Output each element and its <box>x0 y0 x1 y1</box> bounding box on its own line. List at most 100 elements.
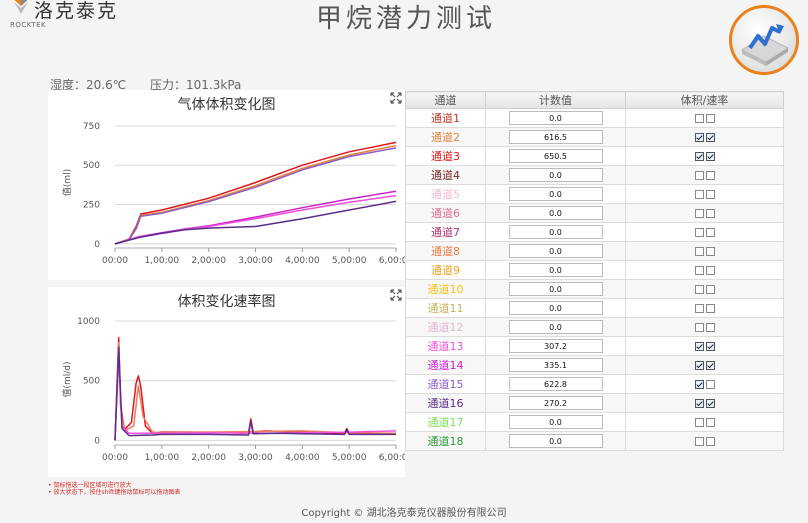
brand-sub: ROCKTEK <box>10 21 47 29</box>
channel-count-field[interactable]: 0.0 <box>508 282 603 296</box>
note-zoom: • 鼠标拖选一段区域可进行放大 <box>48 482 132 489</box>
channel-count-cell: 650.5 <box>485 146 626 166</box>
channel-label: 通道13 <box>427 340 464 353</box>
channel-count-cell: 0.0 <box>485 412 626 432</box>
volume-checkbox[interactable] <box>694 209 704 218</box>
channel-count-cell: 0.0 <box>485 222 626 242</box>
rate-checkbox[interactable] <box>705 285 715 294</box>
rate-checkbox[interactable] <box>705 171 715 180</box>
volume-checkbox[interactable] <box>694 380 704 389</box>
volume-checkbox[interactable] <box>694 437 704 446</box>
rate-checkbox[interactable] <box>705 228 715 237</box>
rate-chart1-x-tick-label: 4,00:00 <box>285 453 320 463</box>
rate-checkbox[interactable] <box>705 399 715 408</box>
channel-count-field[interactable]: 622.8 <box>508 377 603 391</box>
volume-checkbox[interactable] <box>694 266 704 275</box>
rate-checkbox[interactable] <box>705 190 715 199</box>
channel-label: 通道16 <box>427 397 464 410</box>
table-row: 通道2 616.5 <box>405 127 784 147</box>
channel-count-field[interactable]: 616.5 <box>508 130 603 144</box>
table-row: 通道8 0.0 <box>405 241 784 261</box>
channel-count-field[interactable]: 0.0 <box>508 244 603 258</box>
rate-checkbox[interactable] <box>705 247 715 256</box>
volume-checkbox[interactable] <box>694 133 704 142</box>
rate-chart-svg[interactable]: 0 500 1000 00:00 1,00:00 2,00:00 3,00:00 4,00:0… <box>48 287 405 477</box>
volume-checkbox[interactable] <box>694 247 704 256</box>
channel-count-field[interactable]: 0.0 <box>508 111 603 125</box>
table-row: 通道5 0.0 <box>405 184 784 204</box>
expand-rate-chart-icon[interactable] <box>389 288 403 302</box>
volume-checkbox[interactable] <box>694 228 704 237</box>
channel-label: 通道15 <box>427 378 464 391</box>
channel-toggle-cell <box>625 317 784 337</box>
channel-name: 通道6 <box>405 203 486 223</box>
methane-chart-badge-icon[interactable] <box>729 5 799 75</box>
rate-chart1-x-tick-label: 5,00:00 <box>332 453 367 463</box>
volume-checkbox[interactable] <box>694 361 704 370</box>
volume-checkbox[interactable] <box>694 323 704 332</box>
channel-count-field[interactable]: 0.0 <box>508 263 603 277</box>
table-row: 通道15 622.8 <box>405 374 784 394</box>
channel-count-field[interactable]: 0.0 <box>508 320 603 334</box>
channel-toggle-cell <box>625 355 784 375</box>
channel-count-field[interactable]: 0.0 <box>508 301 603 315</box>
rate-checkbox[interactable] <box>705 152 715 161</box>
volume-checkbox[interactable] <box>694 171 704 180</box>
rate-checkbox[interactable] <box>705 304 715 313</box>
rate-chart-panel[interactable]: 体积变化速率图 0 500 1000 00:00 1,00:00 2,00:00 3,00:… <box>48 287 405 477</box>
channel-count-cell: 0.0 <box>485 431 626 451</box>
rate-chart1-y-axis-label: 值(ml/d) <box>61 361 73 397</box>
expand-volume-chart-icon[interactable] <box>389 91 403 105</box>
header-count: 计数值 <box>485 91 626 109</box>
channel-count-field[interactable]: 650.5 <box>508 149 603 163</box>
volume-checkbox[interactable] <box>694 285 704 294</box>
channel-count-field[interactable]: 0.0 <box>508 415 603 429</box>
channel-name: 通道2 <box>405 127 486 147</box>
channel-count-field[interactable]: 335.1 <box>508 358 603 372</box>
brand-logo: 洛克泰克 ROCKTEK <box>4 0 174 32</box>
volume-checkbox[interactable] <box>694 152 704 161</box>
channel-name: 通道1 <box>405 108 486 128</box>
channel-count-field[interactable]: 0.0 <box>508 434 603 448</box>
table-row: 通道12 0.0 <box>405 317 784 337</box>
rate-checkbox[interactable] <box>705 133 715 142</box>
channel-name: 通道16 <box>405 393 486 413</box>
channel-count-field[interactable]: 0.0 <box>508 187 603 201</box>
channel-label: 通道7 <box>431 226 460 239</box>
volume-chart0-series-line <box>114 141 397 245</box>
rate-checkbox[interactable] <box>705 418 715 427</box>
rate-checkbox[interactable] <box>705 209 715 218</box>
channel-count-field[interactable]: 0.0 <box>508 225 603 239</box>
brand-name: 洛克泰克 <box>34 0 119 22</box>
volume-chart0-series-line <box>114 147 397 245</box>
volume-chart-panel[interactable]: 气体体积变化图 0 250 500 750 00:00 1,00:00 2,00:00 3,0… <box>48 90 405 280</box>
channel-name: 通道9 <box>405 260 486 280</box>
channel-count-cell: 0.0 <box>485 279 626 299</box>
channel-count-field[interactable]: 0.0 <box>508 206 603 220</box>
rate-checkbox[interactable] <box>705 380 715 389</box>
volume-checkbox[interactable] <box>694 114 704 123</box>
rate-checkbox[interactable] <box>705 342 715 351</box>
channel-toggle-cell <box>625 412 784 432</box>
volume-chart0-x-tick-label: 5,00:00 <box>332 256 367 266</box>
volume-checkbox[interactable] <box>694 342 704 351</box>
channel-count-field[interactable]: 307.2 <box>508 339 603 353</box>
volume-chart-svg[interactable]: 0 250 500 750 00:00 1,00:00 2,00:00 3,00:00 4,00… <box>48 90 405 280</box>
channel-name: 通道11 <box>405 298 486 318</box>
volume-checkbox[interactable] <box>694 304 704 313</box>
rate-checkbox[interactable] <box>705 361 715 370</box>
rate-chart1-series-line <box>114 346 396 441</box>
rate-checkbox[interactable] <box>705 323 715 332</box>
table-row: 通道18 0.0 <box>405 431 784 451</box>
rate-checkbox[interactable] <box>705 437 715 446</box>
channel-count-field[interactable]: 0.0 <box>508 168 603 182</box>
channel-count-field[interactable]: 270.2 <box>508 396 603 410</box>
volume-checkbox[interactable] <box>694 190 704 199</box>
rate-checkbox[interactable] <box>705 266 715 275</box>
channel-count-cell: 616.5 <box>485 127 626 147</box>
volume-checkbox[interactable] <box>694 418 704 427</box>
volume-checkbox[interactable] <box>694 399 704 408</box>
table-row: 通道6 0.0 <box>405 203 784 223</box>
volume-chart0-y-tick-label: 250 <box>83 201 100 211</box>
rate-checkbox[interactable] <box>705 114 715 123</box>
